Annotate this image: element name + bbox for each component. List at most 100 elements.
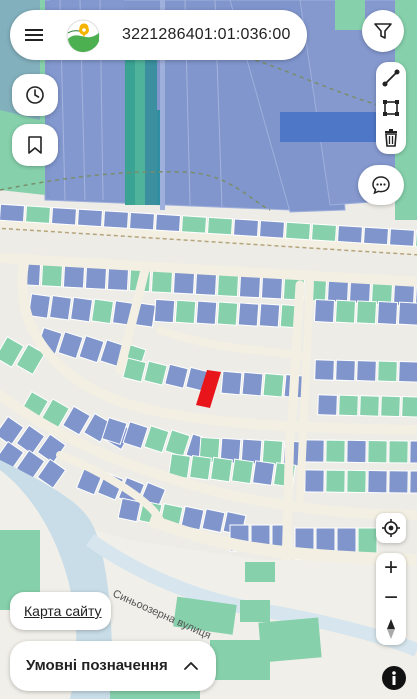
land-parcel[interactable] <box>367 439 388 464</box>
land-parcel[interactable] <box>154 213 182 233</box>
land-parcel[interactable] <box>195 300 218 325</box>
land-parcel[interactable] <box>258 220 286 239</box>
locate-button[interactable] <box>376 513 406 543</box>
land-parcel[interactable] <box>241 371 264 397</box>
land-parcel[interactable] <box>317 394 338 416</box>
land-parcel[interactable] <box>62 264 86 289</box>
land-parcel[interactable] <box>335 359 356 382</box>
land-parcel[interactable] <box>76 208 104 228</box>
history-button[interactable] <box>12 74 58 116</box>
land-parcel[interactable] <box>409 440 417 464</box>
land-parcel[interactable] <box>194 271 218 296</box>
land-parcel[interactable] <box>150 269 174 294</box>
land-parcel[interactable] <box>201 508 226 534</box>
land-parcel[interactable] <box>102 210 130 229</box>
land-parcel[interactable] <box>40 263 64 288</box>
land-parcel[interactable] <box>174 299 197 325</box>
info-button[interactable] <box>382 666 406 690</box>
land-parcel[interactable] <box>143 360 168 386</box>
land-parcel[interactable] <box>334 299 357 324</box>
land-parcel[interactable] <box>238 274 262 299</box>
land-parcel[interactable] <box>180 215 208 234</box>
trash-icon[interactable] <box>376 123 406 153</box>
land-parcel[interactable] <box>325 469 346 493</box>
land-parcel[interactable] <box>230 458 255 485</box>
sitemap-link[interactable]: Карта сайту <box>10 592 111 630</box>
land-parcel[interactable] <box>304 469 325 493</box>
land-parcel[interactable] <box>388 228 416 247</box>
bookmark-button[interactable] <box>12 124 58 166</box>
land-parcel[interactable] <box>376 300 399 325</box>
land-parcel[interactable] <box>401 395 417 418</box>
land-parcel[interactable] <box>84 265 108 290</box>
land-parcel[interactable] <box>409 470 417 494</box>
chat-button[interactable] <box>358 165 404 205</box>
bookmark-icon <box>26 135 44 155</box>
land-parcel[interactable] <box>69 296 94 323</box>
land-parcel[interactable] <box>258 303 281 328</box>
clock-icon <box>25 85 45 105</box>
land-parcel[interactable] <box>346 439 367 464</box>
land-parcel[interactable] <box>338 394 359 417</box>
hamburger-menu-icon[interactable] <box>24 25 44 45</box>
land-parcel[interactable] <box>128 211 156 231</box>
legend-button[interactable]: Умовні позначення <box>10 641 216 691</box>
crosshair-icon <box>381 518 401 538</box>
land-parcel[interactable] <box>172 270 196 295</box>
zoom-in-button[interactable]: + <box>376 553 406 583</box>
land-parcel[interactable] <box>188 454 213 481</box>
land-parcel[interactable] <box>362 226 390 246</box>
zoom-out-button[interactable]: − <box>376 584 406 614</box>
land-parcel[interactable] <box>346 469 367 494</box>
land-parcel[interactable] <box>388 440 409 464</box>
land-parcel[interactable] <box>398 360 417 383</box>
zoom-controls: + − <box>376 553 406 645</box>
land-parcel[interactable] <box>388 470 409 494</box>
line-measure-icon[interactable] <box>376 63 406 93</box>
land-parcel[interactable] <box>377 360 398 383</box>
land-parcel[interactable] <box>237 302 260 327</box>
land-parcel[interactable] <box>336 225 364 244</box>
land-parcel[interactable] <box>0 203 26 223</box>
land-parcel[interactable] <box>153 298 176 324</box>
land-parcel[interactable] <box>24 205 52 224</box>
land-parcel[interactable] <box>310 223 338 242</box>
land-parcel[interactable] <box>359 395 380 417</box>
land-parcel[interactable] <box>348 280 372 305</box>
land-parcel[interactable] <box>355 300 378 325</box>
land-parcel[interactable] <box>356 360 377 382</box>
land-parcel[interactable] <box>106 266 130 291</box>
land-parcel[interactable] <box>260 275 284 300</box>
land-parcel[interactable] <box>326 279 350 304</box>
land-parcel[interactable] <box>206 216 234 236</box>
land-parcel[interactable] <box>220 370 243 396</box>
land-parcel[interactable] <box>262 372 285 398</box>
land-parcel[interactable] <box>284 221 312 241</box>
measure-toolbar <box>376 62 406 154</box>
land-parcel[interactable] <box>313 298 336 324</box>
zoom-out-label: − <box>383 584 398 611</box>
land-parcel[interactable] <box>397 301 417 326</box>
land-parcel[interactable] <box>261 439 284 466</box>
land-parcel[interactable] <box>90 298 115 325</box>
cadastral-number[interactable]: 3221286401:01:036:00 <box>122 26 291 44</box>
area-measure-icon[interactable] <box>376 93 406 123</box>
land-parcel[interactable] <box>304 439 325 463</box>
compass-icon[interactable] <box>376 614 406 644</box>
land-parcel[interactable] <box>380 395 401 418</box>
land-parcel[interactable] <box>117 497 142 523</box>
land-parcel[interactable] <box>325 439 346 463</box>
land-parcel[interactable] <box>50 207 78 226</box>
land-parcel[interactable] <box>164 363 189 389</box>
land-parcel[interactable] <box>216 301 239 326</box>
search-bar[interactable]: 3221286401:01:036:00 <box>10 10 307 60</box>
land-parcel[interactable] <box>209 456 234 483</box>
land-parcel[interactable] <box>48 294 73 321</box>
land-parcel[interactable] <box>314 359 335 381</box>
filter-button[interactable] <box>362 10 404 52</box>
land-parcel[interactable] <box>367 469 388 494</box>
land-parcel[interactable] <box>251 460 276 486</box>
sitemap-link-label[interactable]: Карта сайту <box>24 603 102 619</box>
land-parcel[interactable] <box>232 218 260 238</box>
land-parcel[interactable] <box>216 272 240 298</box>
